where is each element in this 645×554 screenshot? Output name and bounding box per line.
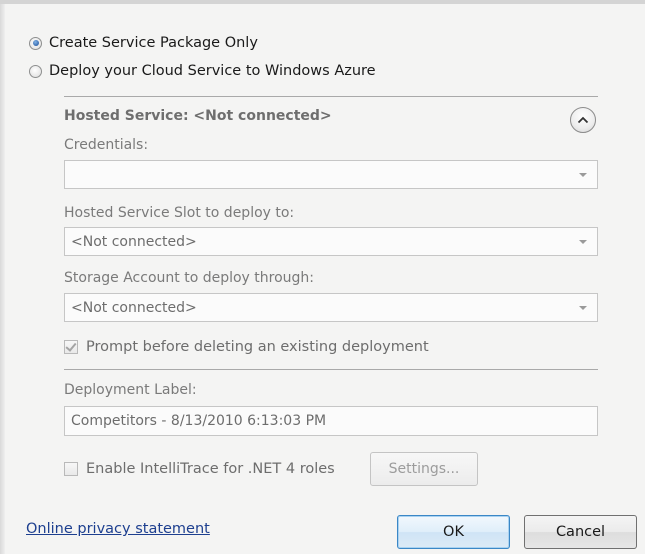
ok-button[interactable]: OK [397,515,510,549]
create-package-option[interactable]: Create Service Package Only [29,32,258,54]
slot-value: <Not connected> [71,233,197,250]
storage-dropdown[interactable]: <Not connected> [64,293,598,322]
collapse-section-button[interactable] [570,107,596,133]
dropdown-arrow-icon [579,173,587,177]
storage-label: Storage Account to deploy through: [64,270,315,286]
slot-dropdown[interactable]: <Not connected> [64,227,598,256]
dropdown-arrow-icon [579,240,587,244]
intellitrace-checkbox[interactable] [64,462,78,476]
prompt-before-delete-checkbox[interactable] [64,340,78,354]
slot-label: Hosted Service Slot to deploy to: [64,205,295,221]
create-package-label: Create Service Package Only [49,35,258,51]
dropdown-arrow-icon [579,306,587,310]
deployment-label-value: Competitors - 8/13/2010 6:13:03 PM [71,413,327,429]
privacy-statement-link[interactable]: Online privacy statement [26,521,210,537]
storage-value: <Not connected> [71,299,197,316]
intellitrace-label: Enable IntelliTrace for .NET 4 roles [86,461,335,477]
credentials-label: Credentials: [64,137,149,153]
section-divider-bottom [64,369,598,370]
intellitrace-option[interactable]: Enable IntelliTrace for .NET 4 roles [64,459,335,479]
hosted-service-title: Hosted Service: <Not connected> [64,108,332,124]
chevron-up-icon [577,116,589,124]
cancel-button[interactable]: Cancel [524,515,637,549]
prompt-before-delete-label: Prompt before deleting an existing deplo… [86,339,429,355]
publish-dialog: Create Service Package Only Deploy your … [0,0,645,554]
section-divider-top [64,96,598,97]
deployment-label-caption: Deployment Label: [64,382,197,398]
prompt-before-delete-option[interactable]: Prompt before deleting an existing deplo… [64,337,429,357]
create-package-radio[interactable] [29,36,42,50]
credentials-dropdown[interactable] [64,160,598,189]
deploy-azure-radio[interactable] [29,64,42,78]
deploy-azure-label: Deploy your Cloud Service to Windows Azu… [49,63,376,79]
deployment-label-input[interactable]: Competitors - 8/13/2010 6:13:03 PM [64,406,598,436]
deploy-azure-option[interactable]: Deploy your Cloud Service to Windows Azu… [29,60,376,82]
intellitrace-settings-button[interactable]: Settings... [370,452,478,486]
